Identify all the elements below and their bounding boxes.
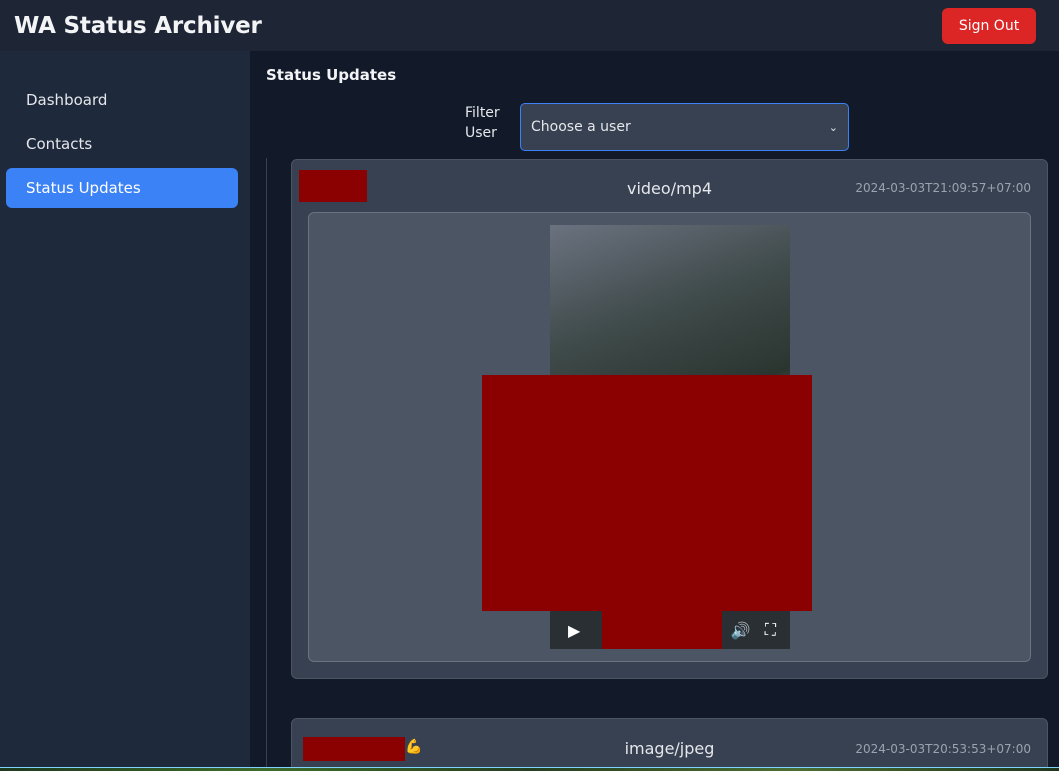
media-container: ▶ 🔊 ⛶ (308, 212, 1031, 662)
play-icon[interactable]: ▶ (568, 621, 580, 640)
top-bar: WA Status Archiver Sign Out (0, 0, 1059, 51)
sidebar-item-status-updates[interactable]: Status Updates (6, 168, 238, 208)
redacted-overlay (482, 375, 812, 611)
sidebar-item-contacts[interactable]: Contacts (6, 124, 238, 164)
status-timestamp: 2024-03-03T21:09:57+07:00 (855, 181, 1031, 195)
sidebar-item-dashboard[interactable]: Dashboard (6, 80, 238, 120)
timeline-line (266, 158, 267, 771)
main-content: Status Updates Filter User Choose a user… (250, 51, 1059, 771)
status-timestamp: 2024-03-03T20:53:53+07:00 (855, 742, 1031, 756)
sidebar: Dashboard Contacts Status Updates (0, 51, 250, 771)
status-card: 💪 image/jpeg 2024-03-03T20:53:53+07:00 (291, 718, 1048, 771)
page-title: Status Updates (266, 66, 397, 84)
filter-user-label: Filter User (465, 105, 500, 141)
filter-user-selected-value: Choose a user (531, 119, 631, 135)
status-card: video/mp4 2024-03-03T21:09:57+07:00 ▶ 🔊 … (291, 159, 1048, 679)
app-title: WA Status Archiver (14, 12, 262, 39)
desktop-background-strip (0, 767, 1059, 771)
volume-icon[interactable]: 🔊 (731, 621, 751, 640)
redacted-controls (602, 611, 722, 649)
fullscreen-icon[interactable]: ⛶ (765, 620, 776, 640)
sign-out-button[interactable]: Sign Out (942, 7, 1036, 44)
filter-user-select[interactable]: Choose a user ⌄ (520, 103, 849, 151)
chevron-down-icon: ⌄ (828, 120, 838, 134)
